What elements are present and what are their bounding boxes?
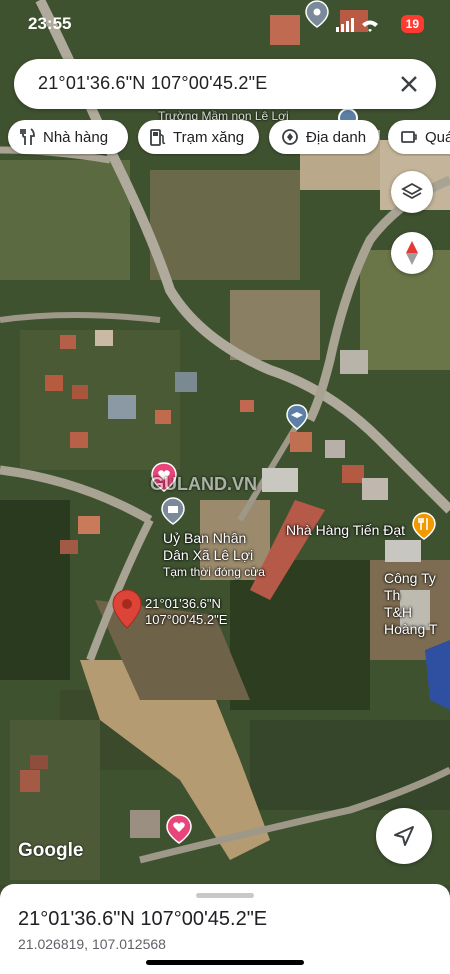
navigation-arrow-icon — [394, 826, 414, 846]
search-query[interactable]: 21°01'36.6"N 107°00'45.2"E — [38, 73, 267, 94]
restaurant-poi-icon[interactable] — [412, 512, 436, 540]
battery-indicator: 19 — [400, 15, 424, 33]
landmark-icon — [282, 129, 298, 145]
chip-label: Nhà hàng — [43, 128, 109, 146]
school-poi-icon[interactable] — [286, 404, 308, 430]
sheet-drag-handle[interactable] — [196, 893, 254, 898]
signal-wifi-icons — [336, 18, 380, 37]
compass-icon — [406, 241, 418, 265]
status-time: 23:55 — [28, 14, 72, 33]
chip-restaurants[interactable]: Nhà hàng — [8, 120, 128, 154]
map-label-committee[interactable]: Uỷ Ban Nhân Dân Xã Lê Lợi Tạm thời đóng … — [163, 530, 265, 581]
chip-label: Quá — [425, 128, 450, 146]
government-poi-icon[interactable] — [161, 497, 185, 525]
chip-landmarks[interactable]: Địa danh — [269, 120, 379, 154]
my-location-button[interactable] — [376, 808, 432, 864]
pin-label-line1: 21°01'36.6"N — [145, 596, 221, 611]
chip-label: Trạm xăng — [173, 128, 245, 146]
pin-label-line2: 107°00'45.2"E — [145, 612, 228, 627]
close-icon[interactable] — [396, 71, 422, 97]
shop-icon — [401, 131, 417, 143]
fork-knife-icon — [20, 128, 35, 145]
search-bar[interactable]: 21°01'36.6"N 107°00'45.2"E — [14, 59, 436, 109]
chip-gas-stations[interactable]: Trạm xăng — [138, 120, 259, 154]
place-coordinates: 21.026819, 107.012568 — [18, 936, 166, 952]
compass-button[interactable] — [391, 232, 433, 274]
place-title: 21°01'36.6"N 107°00'45.2"E — [18, 908, 268, 930]
committee-status: Tạm thời đóng cửa — [163, 565, 265, 579]
home-indicator[interactable] — [146, 960, 304, 965]
dropped-pin-icon[interactable] — [112, 589, 142, 629]
map-label-company[interactable]: Công Ty Th T&H Hoàng T — [384, 570, 450, 638]
layers-icon — [401, 182, 423, 200]
gas-station-icon — [150, 129, 166, 146]
chip-label: Địa danh — [306, 128, 367, 146]
company-name-line1: Công Ty Th — [384, 570, 436, 603]
committee-name-line1: Uỷ Ban Nhân — [163, 530, 247, 546]
chip-shops[interactable]: Quá — [388, 120, 450, 154]
watermark: GULAND.VN — [150, 474, 257, 494]
map-label-restaurant[interactable]: Nhà Hàng Tiến Đạt — [286, 522, 405, 539]
pin-label: 21°01'36.6"N 107°00'45.2"E — [145, 596, 227, 628]
cellular-signal-icon — [336, 18, 378, 32]
google-logo: Google — [18, 840, 84, 861]
heart-poi-icon[interactable] — [166, 814, 192, 844]
company-name-line2: T&H Hoàng T — [384, 604, 438, 637]
layers-button[interactable] — [391, 171, 433, 213]
status-bar: 23:55 19 — [0, 0, 450, 48]
committee-name-line2: Dân Xã Lê Lợi — [163, 547, 254, 563]
category-chips: Nhà hàng Trạm xăng Địa danh Quá — [0, 120, 450, 156]
